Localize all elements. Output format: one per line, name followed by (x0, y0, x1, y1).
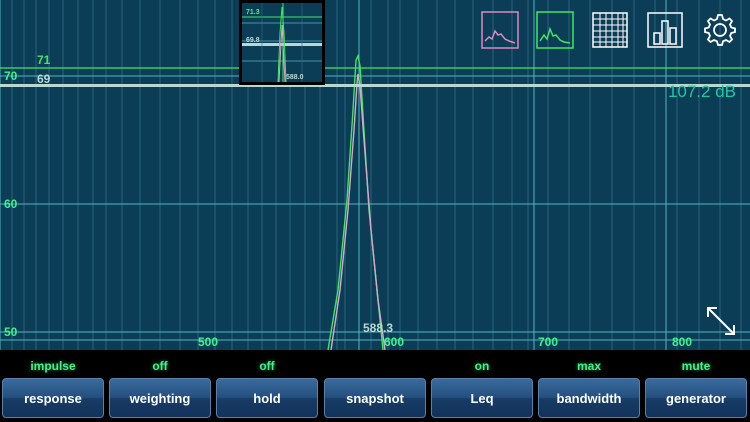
x-tick-label: 600 (384, 335, 404, 349)
trace-pink (330, 73, 386, 350)
leq-status: on (474, 359, 490, 373)
weighting-button[interactable]: weighting (109, 378, 211, 418)
bar-chart-icon[interactable] (646, 11, 684, 49)
leq-button[interactable]: Leq (431, 378, 533, 418)
analyzer-screen: 70 60 50 500 600 700 800 71 69 588.3 107.2 dB 71.… (0, 0, 750, 422)
control-bar: impulse response off weighting off hold snapsh… (0, 350, 750, 422)
thumbnail-freq-value: 588.0 (286, 74, 304, 81)
cursor-green-label: 71 (37, 53, 51, 67)
spectrum-pink-icon[interactable] (481, 11, 519, 49)
generator-button[interactable]: generator (645, 378, 747, 418)
spectrum-green-icon[interactable] (536, 11, 574, 49)
response-status: impulse (30, 359, 76, 373)
hold-button[interactable]: hold (216, 378, 318, 418)
generator-status: mute (681, 359, 711, 373)
cursor-line-white (0, 84, 750, 87)
x-tick-label: 700 (538, 335, 558, 349)
gear-icon[interactable] (701, 11, 739, 49)
response-button[interactable]: response (2, 378, 104, 418)
grid-table-icon[interactable] (591, 11, 629, 49)
cursor-white-label: 69 (37, 72, 51, 86)
y-tick-label: 60 (4, 197, 18, 211)
bandwidth-status: max (576, 359, 602, 373)
snapshot-button[interactable]: snapshot (324, 378, 426, 418)
y-tick-label: 70 (4, 69, 18, 83)
bandwidth-button[interactable]: bandwidth (538, 378, 640, 418)
y-tick-label: 50 (4, 325, 18, 339)
hold-status: off (259, 359, 275, 373)
x-tick-label: 800 (672, 335, 692, 349)
expand-icon[interactable] (704, 304, 738, 338)
overview-thumbnail[interactable]: 71.3 69.8 588.0 (239, 0, 325, 85)
thumbnail-mid-value: 69.8 (246, 37, 260, 44)
weighting-status: off (152, 359, 168, 373)
level-readout: 107.2 dB (667, 82, 736, 101)
peak-frequency-label: 588.3 (363, 321, 393, 335)
thumbnail-top-value: 71.3 (246, 9, 260, 16)
x-tick-label: 500 (198, 335, 218, 349)
spectrum-plot[interactable]: 70 60 50 500 600 700 800 71 69 588.3 (0, 0, 750, 350)
